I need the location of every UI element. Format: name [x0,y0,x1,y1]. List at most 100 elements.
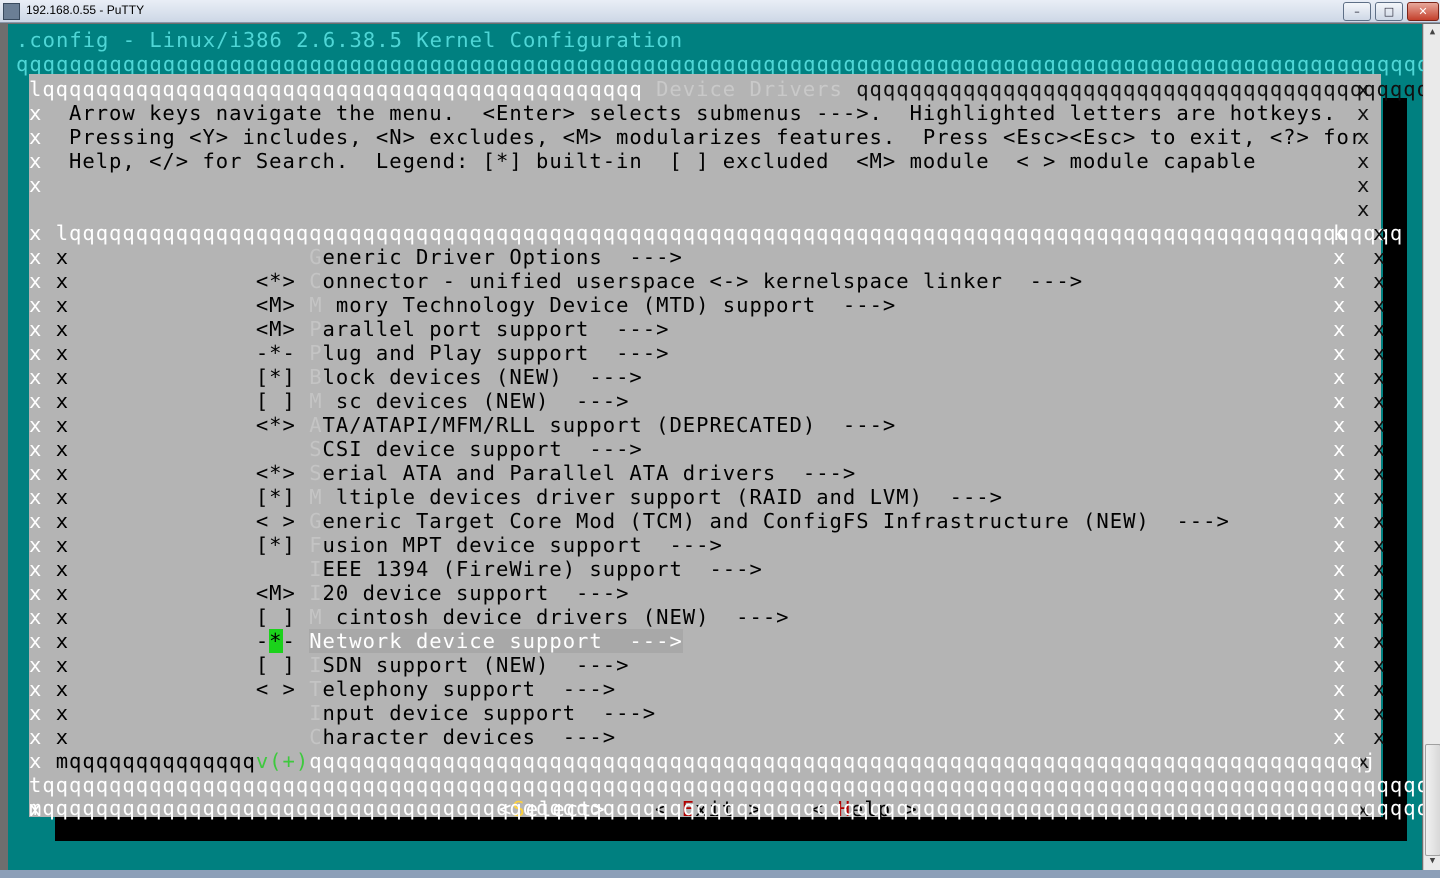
menu-item-state [256,701,296,725]
menu-item[interactable]: x x <M> M mory Technology Device (MTD) s… [29,293,896,317]
dialog-shadow-right [1383,98,1407,841]
menu-right-edge: x x [1333,317,1387,341]
menu-item[interactable]: x x IEEE 1394 (FireWire) support ---> [29,557,763,581]
menu-item-label: SDN support (NEW) ---> [322,653,630,677]
menu-right-edge: x x [1333,437,1387,461]
menu-item-state [256,557,296,581]
dialog-right-edge: x [1357,125,1371,149]
scrollbar-thumb[interactable] [1425,744,1440,856]
menu-item-state: [ ] [255,605,296,629]
menu-item-hotkey: M [309,605,323,629]
menu-right-edge: x x [1333,365,1387,389]
maximize-button[interactable]: □ [1375,2,1403,21]
menu-box-bottom: x mqqqqqqqqqqqqqqv(+)qqqqqqqqqqqqqqqqqqq… [29,749,1377,773]
menu-item[interactable]: x x Input device support ---> [29,701,656,725]
menu-item[interactable]: x x <*> ATA/ATAPI/MFM/RLL support (DEPRE… [29,413,896,437]
help-line: x Help, </> for Search. Legend: [*] buil… [29,149,1257,173]
menu-item-hotkey: S [309,461,323,485]
menu-item-hotkey: C [309,725,323,749]
menu-right-edge: x x [1333,653,1387,677]
menu-right-edge: x x [1333,389,1387,413]
menu-right-edge: x x [1333,293,1387,317]
device-drivers-dialog: lqqqqqqqqqqqqqqqqqqqqqqqqqqqqqqqqqqqqqqq… [29,74,1440,821]
menu-item[interactable]: x x -*- Plug and Play support ---> [29,341,669,365]
terminal-area[interactable]: .config - Linux/i386 2.6.38.5 Kernel Con… [8,24,1440,870]
menu-item-label: TA/ATAPI/MFM/RLL support (DEPRECATED) --… [322,413,897,437]
menu-right-edge: x x [1333,461,1387,485]
menu-item-label: mory Technology Device (MTD) support ---… [322,293,897,317]
window-title: 192.168.0.55 - PuTTY [26,3,145,17]
menu-item-label: lug and Play support ---> [322,341,670,365]
menu-item-state: [*] [255,365,296,389]
menu-item[interactable]: x x <*> Connector - unified userspace <-… [29,269,1083,293]
text-cursor: * [269,629,283,653]
scroll-up-arrow-icon[interactable]: ▲ [1424,24,1440,41]
menu-item-hotkey: P [309,341,323,365]
menu-item[interactable]: x x < > Telephony support ---> [29,677,616,701]
menu-item-state: -*- [255,629,296,653]
menu-item-hotkey: A [309,413,323,437]
menu-item-state: <*> [255,269,296,293]
menu-item-label: cintosh device drivers (NEW) ---> [322,605,790,629]
menu-item[interactable]: x x [ ] ISDN support (NEW) ---> [29,653,629,677]
menu-right-edge: x x [1333,509,1387,533]
menu-item-state: [*] [255,485,296,509]
menu-item-state: <M> [255,293,296,317]
menu-item-hotkey: M [309,389,323,413]
menu-right-edge: x x [1333,485,1387,509]
menu-item-label: 20 device support ---> [322,581,630,605]
menu-item-hotkey: G [309,509,323,533]
menu-item[interactable]: x x Generic Driver Options ---> [29,245,683,269]
menu-item-hotkey: S [309,437,323,461]
help-blank-line: x [29,173,43,197]
menu-box-top: x lqqqqqqqqqqqqqqqqqqqqqqqqqqqqqqqqqqqqq… [29,221,1404,245]
menu-item-state: -*- [255,341,296,365]
menu-item-label: eneric Target Core Mod (TCM) and ConfigF… [322,509,1230,533]
menu-item-label: elephony support ---> [322,677,617,701]
menu-item-state: < > [255,509,296,533]
menu-item-label: sc devices (NEW) ---> [322,389,630,413]
menu-item-state: [ ] [255,389,296,413]
menu-item-label: arallel port support ---> [322,317,670,341]
menu-item[interactable]: x x <*> Serial ATA and Parallel ATA driv… [29,461,856,485]
putty-app-icon[interactable] [3,3,20,20]
menu-item[interactable]: x x SCSI device support ---> [29,437,643,461]
menu-item-hotkey: P [309,317,323,341]
menu-item[interactable]: x x [*] Block devices (NEW) ---> [29,365,643,389]
minimize-button[interactable]: – [1343,2,1371,21]
menu-item[interactable]: x x [*] M ltiple devices driver support … [29,485,1003,509]
menu-right-edge: x x [1333,413,1387,437]
menu-item[interactable]: x x [ ] M sc devices (NEW) ---> [29,389,629,413]
header-rule: qqqqqqqqqqqqqqqqqqqqqqqqqqqqqqqqqqqqqqqq… [16,52,1440,76]
menu-item[interactable]: x x [*] Fusion MPT device support ---> [29,533,723,557]
menu-item-label: etwork device support ---> [322,629,683,653]
menu-right-edge: x x [1333,245,1387,269]
menu-item[interactable]: x x -*- Network device support ---> [29,629,683,653]
menu-right-edge: x x [1333,725,1387,749]
menu-item-state: <M> [255,317,296,341]
menu-item-label: nput device support ---> [322,701,657,725]
menu-item[interactable]: x x Character devices ---> [29,725,616,749]
menu-item[interactable]: x x <M> I20 device support ---> [29,581,629,605]
menu-right-edge: x x [1333,701,1387,725]
config-header-title: .config - Linux/i386 2.6.38.5 Kernel Con… [16,28,684,52]
dialog-top-border: lqqqqqqqqqqqqqqqqqqqqqqqqqqqqqqqqqqqqqqq… [29,77,1440,101]
button-separator: tqqqqqqqqqqqqqqqqqqqqqqqqqqqqqqqqqqqqqqq… [29,773,1440,797]
menu-item-state [256,437,296,461]
menu-item-label: EEE 1394 (FireWire) support ---> [322,557,763,581]
menu-item[interactable]: x x <M> Parallel port support ---> [29,317,669,341]
dialog-right-edge: x [1357,173,1371,197]
dialog-right-edge: x [1357,77,1371,101]
more-items-indicator: v(+) [255,749,310,773]
menu-item-hotkey: T [309,677,323,701]
menu-item-hotkey: I [309,653,323,677]
menu-item-label: haracter devices ---> [322,725,617,749]
scroll-down-arrow-icon[interactable]: ▼ [1424,853,1440,870]
terminal-scrollbar[interactable]: ▲ ▼ [1423,24,1440,870]
close-button[interactable]: ✕ [1407,2,1439,21]
help-line: x Arrow keys navigate the menu. <Enter> … [29,101,1337,125]
menu-item[interactable]: x x [ ] M cintosh device drivers (NEW) -… [29,605,790,629]
menu-item[interactable]: x x < > Generic Target Core Mod (TCM) an… [29,509,1230,533]
menu-right-edge: x x [1333,629,1387,653]
menu-item-label: ltiple devices driver support (RAID and … [322,485,1003,509]
